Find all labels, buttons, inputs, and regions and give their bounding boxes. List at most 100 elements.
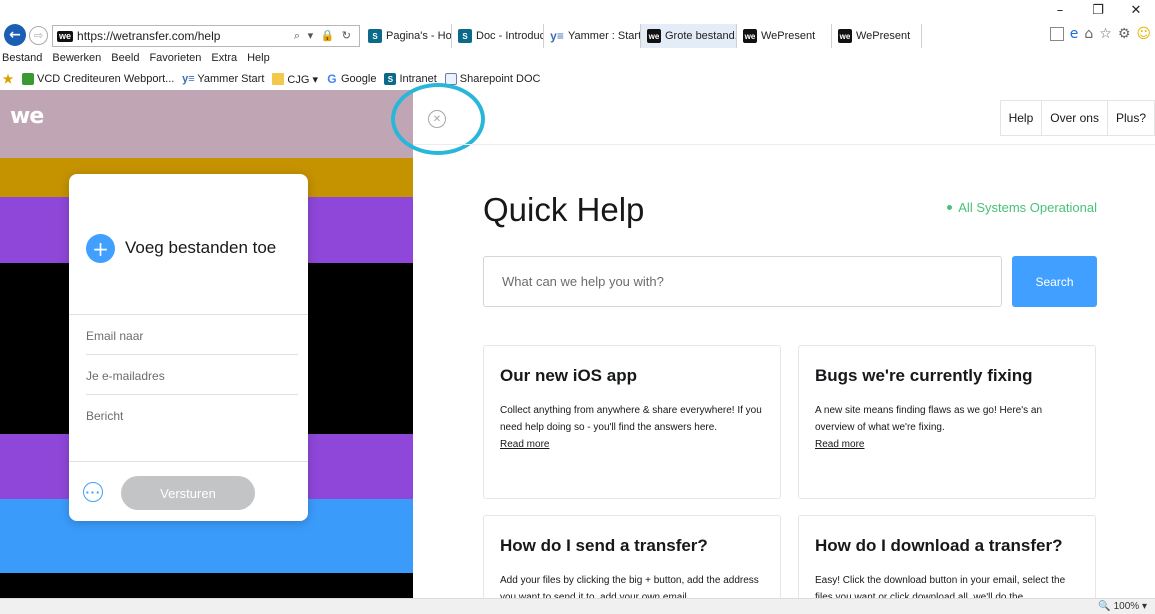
menu-bar: Bestand Bewerken Beeld Favorieten Extra Help [0,49,270,67]
zoom-level[interactable]: 🔍 100% ▾ [1098,601,1147,612]
address-bar[interactable]: we https://wetransfer.com/help ⌕ ▾ 🔒 ↻ [52,25,360,47]
google-icon: G [327,72,337,86]
browser-window: – ❐ ✕ ← ⇨ we https://wetransfer.com/help… [0,0,1155,614]
browser-tab[interactable]: y≡ Yammer : Start [544,24,641,48]
left-background-panel: we + Voeg bestanden toe Email naar Je e-… [0,90,413,614]
sharepoint-icon: S [458,29,472,43]
close-icon: ✕ [432,113,442,125]
favorite-link[interactable]: Sharepoint DOC [444,73,541,85]
address-url[interactable]: https://wetransfer.com/help [77,29,220,43]
card-title: How do I send a transfer? [500,536,708,555]
feedback-smiley-icon[interactable]: ☺ [1136,26,1151,42]
upload-card: + Voeg bestanden toe Email naar Je e-mai… [69,174,308,521]
sharepoint-icon: S [384,73,397,85]
help-card[interactable]: Our new iOS app Collect anything from an… [483,345,781,499]
document-icon [444,73,457,85]
message-field[interactable]: Bericht [86,395,298,435]
help-search-input[interactable] [483,256,1002,307]
search-button[interactable]: Search [1012,256,1097,307]
wetransfer-logo[interactable]: we [10,104,44,129]
favorite-link[interactable]: G Google [326,72,377,86]
nav-plus[interactable]: Plus? [1108,101,1155,135]
favorite-label: Yammer Start [197,73,265,85]
browser-tab[interactable]: S Doc - Introductie... [452,24,544,48]
add-files-button[interactable]: + [86,234,115,263]
favorites-star-icon: ★ [2,72,14,86]
top-nav: Help Over ons Plus? [999,100,1155,136]
favorite-label: Intranet [399,73,437,85]
address-tools-icon[interactable]: ⌕ ▾ 🔒 ↻ [294,29,353,43]
yammer-icon: y≡ [182,73,195,85]
wetransfer-favicon-icon: we [743,29,757,43]
new-tab-icon[interactable] [1049,27,1064,41]
back-button[interactable]: ← [4,24,26,46]
favorite-link[interactable]: ★ [2,72,14,86]
favorite-link[interactable]: y≡ Yammer Start [182,73,264,85]
menu-item[interactable]: Beeld [111,52,139,64]
card-divider [69,461,308,462]
tab-label: Doc - Introductie... [476,30,543,42]
tab-label: Yammer : Start [568,30,641,42]
address-row: ← ⇨ we https://wetransfer.com/help ⌕ ▾ 🔒… [0,24,1155,48]
close-window-button[interactable]: ✕ [1117,0,1155,20]
nav-help[interactable]: Help [1001,101,1043,135]
browser-status-bar: 🔍 100% ▾ [0,598,1155,614]
tab-label: Grote bestand... [665,30,737,42]
menu-item[interactable]: Help [247,52,270,64]
system-status[interactable]: All Systems Operational [947,200,1097,215]
header-divider [413,144,1155,145]
yammer-icon: y≡ [550,29,564,43]
read-more-link[interactable]: Read more [500,436,768,453]
card-text: A new site means finding flaws as we go!… [815,405,1043,433]
browser-tab[interactable]: we WePresent [832,24,922,48]
favorite-label: Sharepoint DOC [459,73,541,85]
menu-item[interactable]: Extra [211,52,237,64]
wetransfer-favicon-icon: we [647,29,661,43]
favorite-label: Google [340,73,377,85]
window-controls: – ❐ ✕ [1041,0,1155,20]
gear-icon[interactable]: ⚙ [1118,26,1131,42]
menu-item[interactable]: Bewerken [52,52,101,64]
forward-button[interactable]: ⇨ [29,26,48,45]
help-card[interactable]: Bugs we're currently fixing A new site m… [798,345,1096,499]
close-help-button[interactable]: ✕ [428,110,446,128]
restore-button[interactable]: ❐ [1079,0,1117,20]
menu-item[interactable]: Favorieten [149,52,201,64]
add-files-label[interactable]: Voeg bestanden toe [125,238,276,258]
read-more-link[interactable]: Read more [815,436,1083,453]
card-title: How do I download a transfer? [815,536,1063,555]
page-title: Quick Help [483,191,645,228]
minimize-button[interactable]: – [1041,0,1079,20]
your-email-field[interactable]: Je e-mailadres [86,355,298,395]
forward-arrow-icon: ⇨ [33,29,44,42]
more-options-button[interactable]: ··· [83,482,103,502]
system-status-text: All Systems Operational [958,200,1097,215]
send-button[interactable]: Versturen [121,476,255,510]
card-body: A new site means finding flaws as we go!… [815,402,1083,453]
ie-logo-icon: e [1069,26,1079,42]
tab-strip: S Pagina's - Home... S Doc - Introductie...… [362,24,922,48]
card-title: Bugs we're currently fixing [815,366,1033,385]
browser-tab[interactable]: we WePresent [737,24,832,48]
menu-item[interactable]: Bestand [2,52,42,64]
card-text: Collect anything from anywhere & share e… [500,405,762,433]
email-to-field[interactable]: Email naar [86,315,298,355]
favorite-link[interactable]: VCD Crediteuren Webport... [22,73,174,85]
browser-tab[interactable]: S Pagina's - Home... [362,24,452,48]
card-body: Collect anything from anywhere & share e… [500,402,768,453]
tab-label: WePresent [761,30,816,42]
tab-label: Pagina's - Home... [386,30,452,42]
favorite-label: CJG ▾ [287,73,318,86]
background-stripe [0,90,413,158]
plus-icon: + [92,236,109,261]
tab-label: WePresent [856,30,911,42]
wetransfer-favicon-icon: we [838,29,852,43]
browser-chrome: – ❐ ✕ ← ⇨ we https://wetransfer.com/help… [0,0,1155,90]
browser-tab[interactable]: weGrote bestand...✕ [641,24,737,48]
nav-about[interactable]: Over ons [1042,101,1108,135]
leaf-icon [22,73,34,85]
favorite-link[interactable]: CJG ▾ [272,73,318,86]
home-icon[interactable]: ⌂ [1084,26,1093,42]
favorites-star-icon[interactable]: ☆ [1099,26,1112,42]
favorite-link[interactable]: S Intranet [384,73,437,85]
